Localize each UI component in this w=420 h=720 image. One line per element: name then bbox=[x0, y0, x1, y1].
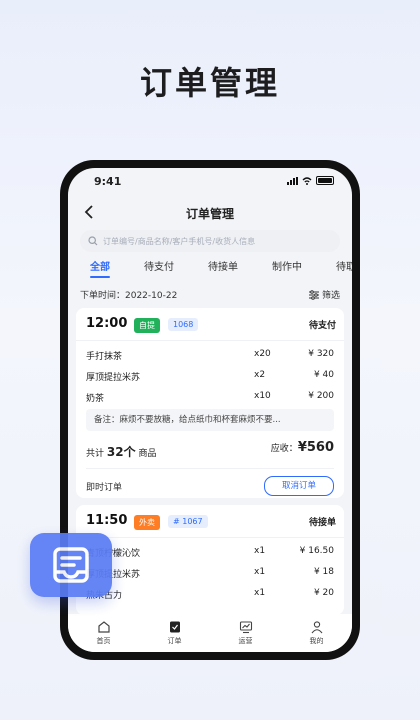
order-header: 11:50 外卖 # 1067 待接单 bbox=[76, 505, 344, 538]
tab-all[interactable]: 全部 bbox=[90, 258, 110, 278]
item-qty: x1 bbox=[254, 567, 266, 577]
item-qty: x1 bbox=[254, 588, 266, 598]
order-number-badge: 1068 bbox=[168, 318, 199, 331]
total-count: 共计 32个 商品 bbox=[86, 443, 156, 460]
filter-row: 下单时间：2022-10-22 筛选 bbox=[80, 288, 340, 302]
order-time: 12:00 bbox=[86, 316, 128, 331]
order-note: 备注：麻烦不要放糖，给点纸巾和杯套麻烦不要... bbox=[86, 409, 334, 431]
item-qty: x2 bbox=[254, 370, 266, 380]
tab-operations[interactable]: 运营 bbox=[210, 614, 281, 652]
item-qty: x20 bbox=[254, 349, 271, 359]
order-feature-icon bbox=[30, 533, 112, 597]
signal-icon bbox=[287, 176, 298, 185]
item-qty: x1 bbox=[254, 546, 266, 556]
tab-pending-pickup[interactable]: 待取 bbox=[336, 258, 352, 273]
item-price: ¥ 200 bbox=[308, 391, 334, 401]
user-icon bbox=[311, 621, 322, 634]
item-name: 厚顶提拉米苏 bbox=[86, 373, 141, 383]
receivable-amount: 应收：¥560 bbox=[271, 440, 334, 455]
item-price: ¥ 40 bbox=[313, 370, 334, 380]
order-date-label: 下单时间：2022-10-22 bbox=[80, 291, 178, 301]
tab-label: 运营 bbox=[238, 637, 253, 645]
item-price: ¥ 16.50 bbox=[299, 546, 334, 556]
wifi-icon bbox=[302, 176, 312, 185]
item-name: 奶茶 bbox=[86, 394, 105, 404]
order-kind: 即时订单 bbox=[86, 483, 123, 493]
total-count-value: 32个 bbox=[106, 445, 136, 459]
list-item: 厚顶提拉米苏 x1 ¥ 18 bbox=[86, 562, 334, 583]
status-time: 9:41 bbox=[94, 175, 122, 188]
nav-bar: 订单管理 bbox=[68, 196, 352, 228]
total-suffix: 商品 bbox=[138, 449, 157, 459]
battery-icon bbox=[316, 176, 334, 185]
order-status: 待接单 bbox=[308, 518, 336, 528]
status-tabs: 全部 待支付 待接单 制作中 待取 bbox=[68, 258, 352, 278]
home-icon bbox=[97, 621, 110, 633]
tab-pending-payment[interactable]: 待支付 bbox=[144, 258, 174, 273]
order-header: 12:00 自提 1068 待支付 bbox=[76, 308, 344, 341]
order-type-badge: 外卖 bbox=[134, 515, 160, 530]
order-number-badge: # 1067 bbox=[168, 515, 208, 528]
tab-label: 订单 bbox=[167, 637, 182, 645]
filter-icon bbox=[308, 289, 319, 300]
order-items: 手打抹茶 x20 ¥ 320 厚顶提拉米苏 x2 ¥ 40 奶茶 x10 ¥ 200 bbox=[86, 344, 334, 407]
tab-orders[interactable]: 订单 bbox=[139, 614, 210, 652]
list-item: 热朱古力 x1 ¥ 20 bbox=[86, 583, 334, 604]
order-time: 11:50 bbox=[86, 513, 128, 528]
list-item: 青顶柠檬沁饮 x1 ¥ 16.50 bbox=[86, 541, 334, 562]
item-name: 手打抹茶 bbox=[86, 352, 123, 362]
cancel-order-button[interactable]: 取消订单 bbox=[264, 476, 334, 496]
item-qty: x10 bbox=[254, 391, 271, 401]
order-footer: 即时订单 取消订单 bbox=[86, 476, 334, 496]
order-items: 青顶柠檬沁饮 x1 ¥ 16.50 厚顶提拉米苏 x1 ¥ 18 热朱古力 x1 ¥ 20 bbox=[86, 541, 334, 604]
order-type-badge: 自提 bbox=[134, 318, 160, 333]
hero-title: 订单管理 bbox=[139, 64, 280, 102]
inbox-icon bbox=[53, 547, 89, 583]
tab-home[interactable]: 首页 bbox=[68, 614, 139, 652]
status-bar: 9:41 bbox=[68, 168, 352, 192]
page-title: 订单管理 bbox=[185, 207, 234, 221]
divider bbox=[86, 468, 334, 469]
bottom-tab-bar: 首页 订单 运营 我的 bbox=[68, 614, 352, 652]
status-icons bbox=[287, 176, 334, 185]
tab-pending-accept[interactable]: 待接单 bbox=[208, 258, 238, 273]
order-summary: 共计 32个 商品 应收：¥560 bbox=[86, 438, 334, 460]
tab-label: 我的 bbox=[309, 637, 324, 645]
order-card[interactable]: 12:00 自提 1068 待支付 手打抹茶 x20 ¥ 320 厚顶提拉米苏 x2 ¥… bbox=[76, 308, 344, 498]
filter-label: 筛选 bbox=[321, 291, 340, 301]
item-price: ¥ 20 bbox=[313, 588, 334, 598]
filter-button[interactable]: 筛选 bbox=[308, 288, 340, 301]
list-item: 奶茶 x10 ¥ 200 bbox=[86, 386, 334, 407]
item-price: ¥ 18 bbox=[313, 567, 334, 577]
tab-in-production[interactable]: 制作中 bbox=[272, 258, 302, 273]
orders-icon bbox=[169, 621, 180, 633]
list-item: 厚顶提拉米苏 x2 ¥ 40 bbox=[86, 365, 334, 386]
order-card[interactable]: 11:50 外卖 # 1067 待接单 青顶柠檬沁饮 x1 ¥ 16.50 厚顶提拉… bbox=[76, 505, 344, 615]
item-price: ¥ 320 bbox=[308, 349, 334, 359]
chart-icon bbox=[239, 621, 252, 634]
receivable-label: 应收： bbox=[270, 444, 298, 454]
search-icon bbox=[88, 236, 98, 246]
tab-label: 首页 bbox=[96, 637, 111, 645]
search-input[interactable]: 订单编号/商品名称/客户手机号/收货人信息 bbox=[80, 230, 340, 252]
list-item: 手打抹茶 x20 ¥ 320 bbox=[86, 344, 334, 365]
total-prefix: 共计 bbox=[86, 449, 105, 459]
search-placeholder: 订单编号/商品名称/客户手机号/收货人信息 bbox=[103, 236, 256, 246]
receivable-value: ¥560 bbox=[297, 440, 334, 455]
tab-profile[interactable]: 我的 bbox=[281, 614, 352, 652]
order-status: 待支付 bbox=[308, 321, 336, 331]
